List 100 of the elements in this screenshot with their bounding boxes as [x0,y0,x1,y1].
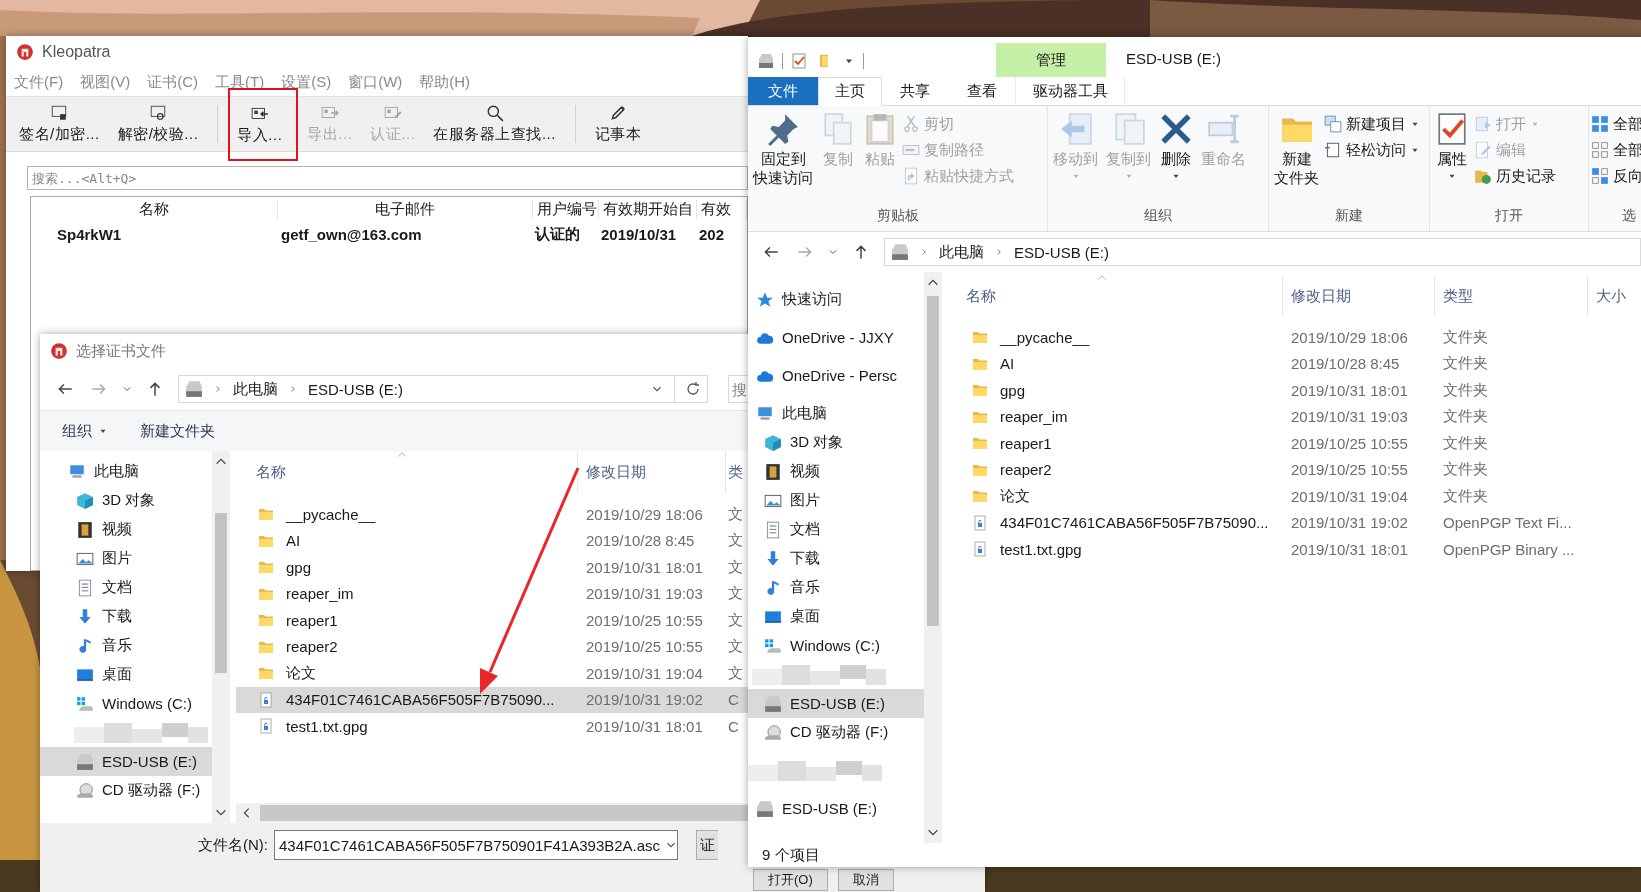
column-header[interactable]: 名称 [236,451,578,493]
toolbar-button[interactable]: 记事本 [585,97,651,151]
toolbar-button[interactable]: 在服务器上查找... [424,97,565,151]
ribbon-button[interactable]: 新建 文件夹 [1271,112,1322,187]
ribbon-button[interactable]: 删除 [1156,112,1196,181]
file-row[interactable]: gpg 2019/10/31 18:01 文 [236,554,748,581]
breadcrumb-item[interactable]: 此电脑 [939,242,984,262]
file-row[interactable]: __pycache__ 2019/10/29 18:06 文 [236,501,748,528]
ribbon-tab[interactable]: 驱动器工具 [1015,77,1125,105]
scrollbar[interactable] [212,451,230,823]
column-header[interactable]: 用户编号 [533,200,599,219]
nav-item[interactable]: CD 驱动器 (F:) [40,776,212,805]
toolbar-button[interactable]: 解密/校验... [108,97,208,151]
search-field[interactable]: 搜 [728,375,750,403]
column-header[interactable]: 名称 [946,276,1283,316]
ribbon-button[interactable]: 轻松访问 [1324,138,1420,162]
dialog-button[interactable]: 打开(O) [753,868,828,891]
nav-item[interactable]: 视频 [748,457,924,486]
nav-item[interactable]: OneDrive - JJXY [748,323,924,352]
nav-item[interactable]: ESD-USB (E:) [748,794,924,823]
breadcrumb-item[interactable]: 此电脑 [233,379,278,399]
file-row[interactable]: test1.txt.gpg 2019/10/31 18:01 C [236,713,748,740]
column-header[interactable]: 有效期开始自 [599,200,697,219]
nav-item[interactable]: Windows (C:) [40,689,212,718]
file-row[interactable]: reaper_im 2019/10/31 19:03 文 [236,580,748,607]
nav-item[interactable]: 音乐 [40,631,212,660]
nav-item[interactable]: 快速访问 [748,285,924,314]
ribbon-button[interactable]: 历史记录 [1474,164,1556,188]
file-row[interactable]: gpg 2019/10/31 18:01 文件夹 [946,377,1641,404]
scrollbar[interactable] [924,272,942,843]
command-button[interactable]: 组织 [62,421,108,441]
column-header[interactable]: 有效 [697,200,747,219]
nav-item[interactable]: ESD-USB (E:) [748,689,924,718]
ribbon-tab[interactable]: 主页 [818,77,882,106]
menu-item[interactable]: 证书(C) [147,72,198,92]
ribbon-tab[interactable]: 共享 [882,77,948,105]
address-bar[interactable]: 此电脑 ESD-USB (E:) [178,375,708,403]
scrollbar-thumb[interactable] [215,513,227,673]
file-row[interactable]: test1.txt.gpg 2019/10/31 18:01 OpenPGP Binary ... [946,536,1641,563]
nav-item[interactable]: OneDrive - Persc [748,361,924,390]
breadcrumb-item[interactable]: ESD-USB (E:) [1014,243,1109,261]
nav-item[interactable]: CD 驱动器 (F:) [748,718,924,747]
menu-item[interactable]: 文件(F) [14,72,64,92]
breadcrumb-item[interactable]: ESD-USB (E:) [308,380,403,398]
filename-field[interactable]: 434F01C7461CABA56F505F7B750901F41A393B2A.asc [274,830,678,860]
file-row[interactable]: reaper2 2019/10/25 10:55 文 [236,633,748,660]
column-header[interactable]: 名称 [31,200,278,219]
nav-item[interactable]: 文档 [748,515,924,544]
file-type-dropdown[interactable]: 证 [696,830,718,860]
menu-item[interactable]: 视图(V) [80,72,131,92]
ribbon-button[interactable]: 属性 [1432,112,1472,181]
toolbar-button[interactable]: 签名/加密... [10,97,109,151]
address-bar[interactable]: 此电脑 ESD-USB (E:) [884,238,1641,266]
nav-item[interactable]: 下载 [40,602,212,631]
column-header[interactable]: 电子邮件 [278,200,533,219]
file-row[interactable]: AI 2019/10/28 8:45 文 [236,527,748,554]
ribbon-tab[interactable]: 文件 [748,77,818,105]
nav-item[interactable]: 图片 [748,486,924,515]
file-row[interactable]: reaper_im 2019/10/31 19:03 文件夹 [946,403,1641,430]
column-header[interactable]: 类型 [1435,276,1588,316]
nav-item[interactable]: 视频 [40,515,212,544]
nav-item[interactable]: ESD-USB (E:) [40,747,212,776]
scrollbar-thumb[interactable] [260,805,748,821]
nav-item[interactable]: 3D 对象 [40,486,212,515]
ribbon-button[interactable]: 反向 [1591,164,1641,188]
menu-item[interactable]: 帮助(H) [419,72,471,92]
ribbon-button[interactable]: 新建项目 [1324,112,1420,136]
ribbon-button[interactable]: 固定到 快速访问 [750,112,816,187]
nav-item[interactable]: 下载 [748,544,924,573]
nav-item[interactable]: 3D 对象 [748,428,924,457]
nav-item[interactable]: 桌面 [40,660,212,689]
nav-item[interactable]: 此电脑 [748,399,924,428]
dialog-button[interactable]: 取消 [837,868,894,891]
column-header[interactable]: 修改日期 [1283,276,1435,316]
nav-item[interactable]: 音乐 [748,573,924,602]
file-name: gpg [286,558,312,576]
menu-item[interactable]: 窗口(W) [348,72,403,92]
toolbar-button[interactable]: 导入... [228,88,299,161]
column-header[interactable]: 大小 [1588,276,1626,316]
command-button[interactable]: 新建文件夹 [140,421,215,441]
file-row[interactable]: reaper1 2019/10/25 10:55 文件夹 [946,430,1641,457]
file-row[interactable]: AI 2019/10/28 8:45 文件夹 [946,350,1641,377]
file-row[interactable]: reaper2 2019/10/25 10:55 文件夹 [946,456,1641,483]
nav-item[interactable]: 桌面 [748,602,924,631]
scrollbar-thumb[interactable] [927,296,939,626]
file-row[interactable]: reaper1 2019/10/25 10:55 文 [236,607,748,634]
nav-item[interactable]: 图片 [40,544,212,573]
file-row[interactable]: 论文 2019/10/31 19:04 文 [236,660,748,687]
file-row[interactable]: 434F01C7461CABA56F505F7B75090... 2019/10/31 19:02 OpenPGP Text Fi... [946,509,1641,536]
column-header[interactable]: 类 [726,451,743,493]
ribbon-tab[interactable]: 查看 [948,77,1015,105]
file-row[interactable]: 论文 2019/10/31 19:04 文件夹 [946,483,1641,510]
nav-item[interactable]: 此电脑 [40,457,212,486]
search-field[interactable]: 搜索...<Alt+Q> [27,166,748,190]
scrollbar[interactable] [236,803,748,823]
column-header[interactable]: 修改日期 [578,451,726,493]
nav-item[interactable]: 文档 [40,573,212,602]
file-row[interactable]: __pycache__ 2019/10/29 18:06 文件夹 [946,324,1641,351]
file-row[interactable]: 434F01C7461CABA56F505F7B75090... 2019/10/31 19:02 C [236,686,748,713]
nav-item[interactable]: Windows (C:) [748,631,924,660]
